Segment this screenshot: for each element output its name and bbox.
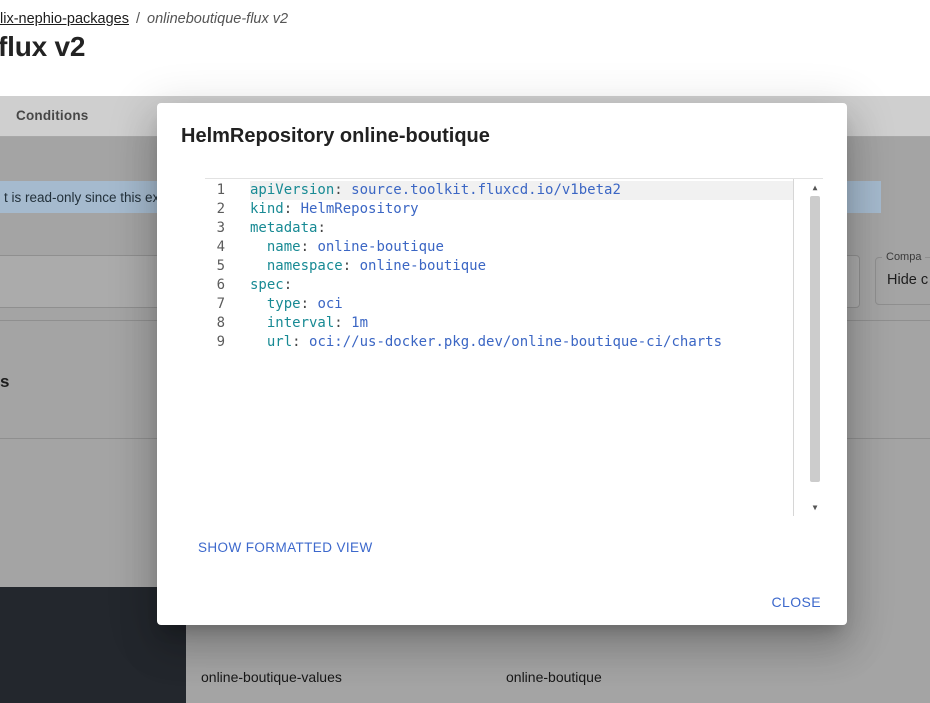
line-number: 3 — [205, 219, 225, 238]
line-number: 1 — [205, 181, 225, 200]
line-number: 5 — [205, 257, 225, 276]
code-line: 2 kind: HelmRepository — [205, 200, 793, 219]
code-scrollbar[interactable]: ▲ ▼ — [807, 180, 823, 516]
scroll-down-icon[interactable]: ▼ — [807, 503, 823, 513]
section-heading-fragment: s — [0, 372, 9, 392]
comparison-select[interactable]: Compa Hide c — [875, 257, 930, 305]
code-lines: 1 apiVersion: source.toolkit.fluxcd.io/v1… — [205, 181, 823, 352]
show-formatted-view-button[interactable]: SHOW FORMATTED VIEW — [190, 532, 381, 563]
code-text: interval: 1m — [250, 314, 793, 333]
line-number: 2 — [205, 200, 225, 219]
line-number: 7 — [205, 295, 225, 314]
breadcrumb: lix-nephio-packages / onlineboutique-flux … — [0, 11, 288, 27]
code-line: 9 url: oci://us-docker.pkg.dev/online-bo… — [205, 333, 793, 352]
line-number: 4 — [205, 238, 225, 257]
breadcrumb-separator: / — [136, 11, 140, 27]
code-line: 6 spec: — [205, 276, 793, 295]
code-text: url: oci://us-docker.pkg.dev/online-bout… — [250, 333, 793, 352]
scroll-thumb[interactable] — [810, 196, 820, 482]
comparison-select-label: Compa — [882, 251, 925, 264]
code-line: 5 namespace: online-boutique — [205, 257, 793, 276]
tab-conditions[interactable]: Conditions — [16, 108, 89, 123]
line-number: 9 — [205, 333, 225, 352]
line-number: 8 — [205, 314, 225, 333]
close-button[interactable]: CLOSE — [762, 586, 831, 618]
code-text: spec: — [250, 276, 793, 295]
code-line: 8 interval: 1m — [205, 314, 793, 333]
yaml-editor[interactable]: 1 apiVersion: source.toolkit.fluxcd.io/v1… — [205, 178, 823, 516]
code-text: namespace: online-boutique — [250, 257, 793, 276]
info-banner-text: t is read-only since this ex — [4, 190, 159, 205]
helm-repository-dialog: HelmRepository online-boutique 1 apiVersi… — [157, 103, 847, 625]
scroll-up-icon[interactable]: ▲ — [807, 183, 823, 193]
code-line: 4 name: online-boutique — [205, 238, 793, 257]
breadcrumb-link[interactable]: lix-nephio-packages — [0, 11, 129, 27]
code-text: name: online-boutique — [250, 238, 793, 257]
code-line: 7 type: oci — [205, 295, 793, 314]
code-line: 3 metadata: — [205, 219, 793, 238]
table-cell: online-boutique — [506, 669, 602, 685]
code-text: type: oci — [250, 295, 793, 314]
dialog-title: HelmRepository online-boutique — [181, 125, 490, 148]
editor-right-border — [793, 179, 794, 516]
code-text: metadata: — [250, 219, 793, 238]
code-text: apiVersion: source.toolkit.fluxcd.io/v1b… — [250, 181, 793, 200]
page-background: lix-nephio-packages / onlineboutique-flux … — [0, 0, 930, 703]
line-number: 6 — [205, 276, 225, 295]
comparison-select-value: Hide c — [887, 272, 928, 288]
code-text: kind: HelmRepository — [250, 200, 793, 219]
breadcrumb-current: onlineboutique-flux v2 — [147, 11, 288, 27]
page-header: lix-nephio-packages / onlineboutique-flux … — [0, 0, 930, 96]
code-line: 1 apiVersion: source.toolkit.fluxcd.io/v1… — [205, 181, 793, 200]
page-title: flux v2 — [0, 31, 85, 63]
table-cell: online-boutique-values — [201, 669, 342, 685]
